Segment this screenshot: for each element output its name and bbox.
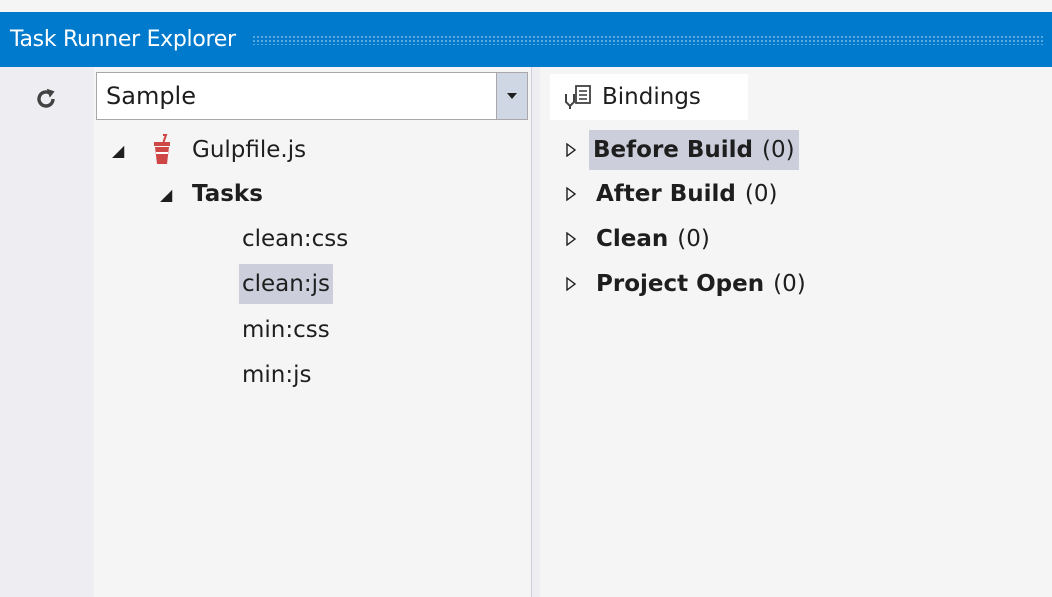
collapsed-arrow-icon[interactable] bbox=[566, 232, 592, 246]
binding-count: (0) bbox=[744, 181, 778, 207]
binding-label: Project Open (0) bbox=[592, 264, 810, 304]
binding-count: (0) bbox=[762, 137, 795, 163]
project-selector-value: Sample bbox=[106, 82, 196, 110]
bindings-icon bbox=[564, 84, 592, 110]
toolbar-gutter bbox=[8, 67, 94, 597]
window-title: Task Runner Explorer bbox=[10, 27, 236, 52]
collapsed-arrow-icon[interactable] bbox=[566, 187, 592, 201]
chevron-down-icon[interactable] bbox=[496, 73, 527, 119]
expanded-arrow-icon[interactable]: ◢ bbox=[112, 141, 132, 160]
binding-count: (0) bbox=[773, 271, 806, 297]
refresh-button[interactable] bbox=[26, 80, 66, 118]
task-label: clean:js bbox=[242, 271, 330, 297]
task-label: min:js bbox=[242, 362, 312, 388]
binding-label: Before Build (0) bbox=[589, 130, 799, 170]
tree-node-gulpfile[interactable]: ◢ Gulpfile.js bbox=[112, 130, 306, 170]
tree-node-label: Gulpfile.js bbox=[192, 137, 307, 163]
pane-splitter[interactable] bbox=[532, 67, 540, 597]
tab-label: Bindings bbox=[602, 84, 701, 110]
task-label: min:css bbox=[242, 317, 330, 343]
task-item[interactable]: min:js bbox=[242, 355, 312, 395]
tab-bindings[interactable]: Bindings bbox=[550, 74, 748, 120]
tree-node-tasks[interactable]: ◢ Tasks bbox=[160, 174, 263, 214]
binding-label: After Build (0) bbox=[592, 174, 781, 214]
titlebar-grip[interactable] bbox=[251, 34, 1044, 45]
expanded-arrow-icon[interactable]: ◢ bbox=[160, 185, 180, 204]
task-label: clean:css bbox=[242, 226, 349, 252]
top-strip bbox=[0, 0, 1052, 12]
tool-window-titlebar[interactable]: Task Runner Explorer bbox=[0, 12, 1052, 67]
binding-label: Clean (0) bbox=[592, 219, 714, 259]
binding-item-after-build[interactable]: After Build (0) bbox=[566, 174, 781, 214]
task-item[interactable]: clean:js bbox=[239, 264, 333, 304]
binding-name: Clean bbox=[596, 226, 669, 252]
tree-node-label: Tasks bbox=[192, 181, 263, 207]
binding-name: After Build bbox=[596, 181, 736, 207]
task-item[interactable]: min:css bbox=[242, 310, 330, 350]
gulp-icon bbox=[152, 134, 180, 166]
binding-item-before-build[interactable]: Before Build (0) bbox=[566, 130, 799, 170]
project-selector[interactable]: Sample bbox=[96, 72, 528, 120]
refresh-icon bbox=[37, 88, 55, 108]
binding-name: Before Build bbox=[593, 137, 754, 163]
collapsed-arrow-icon[interactable] bbox=[566, 277, 592, 291]
binding-name: Project Open bbox=[596, 271, 765, 297]
binding-count: (0) bbox=[677, 226, 710, 252]
binding-item-clean[interactable]: Clean (0) bbox=[566, 219, 714, 259]
task-item[interactable]: clean:css bbox=[242, 219, 348, 259]
binding-item-project-open[interactable]: Project Open (0) bbox=[566, 264, 810, 304]
